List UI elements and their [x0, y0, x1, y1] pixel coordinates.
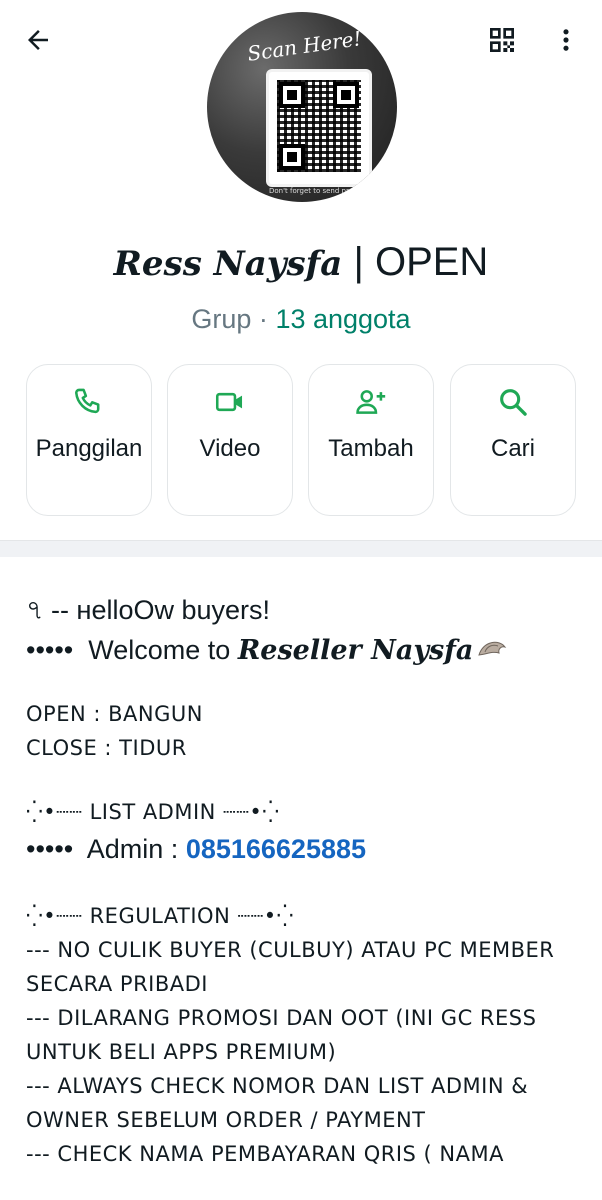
video-button-label: Video	[199, 435, 261, 462]
section-divider	[0, 540, 602, 557]
avatar-caption: Don't forget to send proof	[269, 187, 360, 195]
rule-item: --- CHECK NAMA PEMBAYARAN QRIS ( NAMA	[26, 1142, 504, 1166]
call-button-label: Panggilan	[35, 435, 143, 462]
add-member-button-label: Tambah	[328, 435, 414, 462]
group-name-script: Ress Naysfa	[113, 244, 343, 284]
regulation-header: ⁛•┈┈ REGULATION ┈┈•⁛	[26, 904, 294, 928]
back-button[interactable]	[14, 18, 62, 62]
group-name: Ress Naysfa | OPEN	[0, 240, 602, 285]
action-buttons: Panggilan Video Tambah Cari	[26, 364, 576, 518]
avatar-scan-text: Scan Here!	[245, 26, 363, 66]
more-options-button[interactable]	[544, 16, 588, 64]
search-button[interactable]: Cari	[450, 364, 576, 516]
welcome-prefix: ••••• Welcome to	[26, 635, 238, 665]
list-admin-header: ⁛•┈┈ LIST ADMIN ┈┈•⁛	[26, 800, 280, 824]
group-avatar[interactable]: Scan Here! Don't forget to send proof	[207, 12, 397, 202]
rule-item: --- NO CULIK BUYER (CULBUY) ATAU PC MEMB…	[26, 938, 555, 996]
video-icon	[215, 392, 243, 412]
open-hours: OPEN : BANGUN	[26, 702, 203, 726]
group-subtitle: Grup · 13 anggota	[0, 304, 602, 335]
more-vertical-icon	[563, 29, 569, 51]
group-type: Grup ·	[191, 304, 276, 334]
qr-code-image	[277, 80, 361, 172]
add-person-icon	[356, 390, 386, 414]
qr-code-button[interactable]	[478, 16, 526, 64]
welcome-line: ••••• Welcome to Reseller Naysfa	[26, 630, 596, 671]
call-button[interactable]: Panggilan	[26, 364, 152, 516]
member-count[interactable]: 13 anggota	[275, 304, 410, 334]
qr-code-icon	[490, 28, 514, 52]
greeting-line: ৭ -- ʜelloOw buyers!	[26, 595, 271, 625]
close-hours: CLOSE : TIDUR	[26, 736, 187, 760]
search-icon	[500, 389, 527, 416]
admin-phone-link[interactable]: 085166625885	[186, 834, 366, 864]
video-button[interactable]: Video	[167, 364, 293, 516]
search-button-label: Cari	[490, 435, 535, 462]
admin-line: ••••• Admin : 085166625885	[26, 829, 596, 869]
welcome-script: Reseller Naysfa	[237, 635, 474, 666]
group-description[interactable]: ৭ -- ʜelloOw buyers! ••••• Welcome to Re…	[26, 590, 596, 1171]
qr-stamp	[269, 72, 369, 184]
rule-item: --- DILARANG PROMOSI DAN OOT (INI GC RES…	[26, 1006, 537, 1064]
group-name-suffix: | OPEN	[342, 240, 489, 284]
arrow-left-icon	[28, 30, 48, 50]
phone-icon	[74, 388, 100, 414]
add-member-button[interactable]: Tambah	[308, 364, 434, 516]
rule-item: --- ALWAYS CHECK NOMOR DAN LIST ADMIN & …	[26, 1074, 529, 1132]
shell-icon	[478, 641, 507, 656]
admin-prefix: ••••• Admin :	[26, 834, 186, 864]
